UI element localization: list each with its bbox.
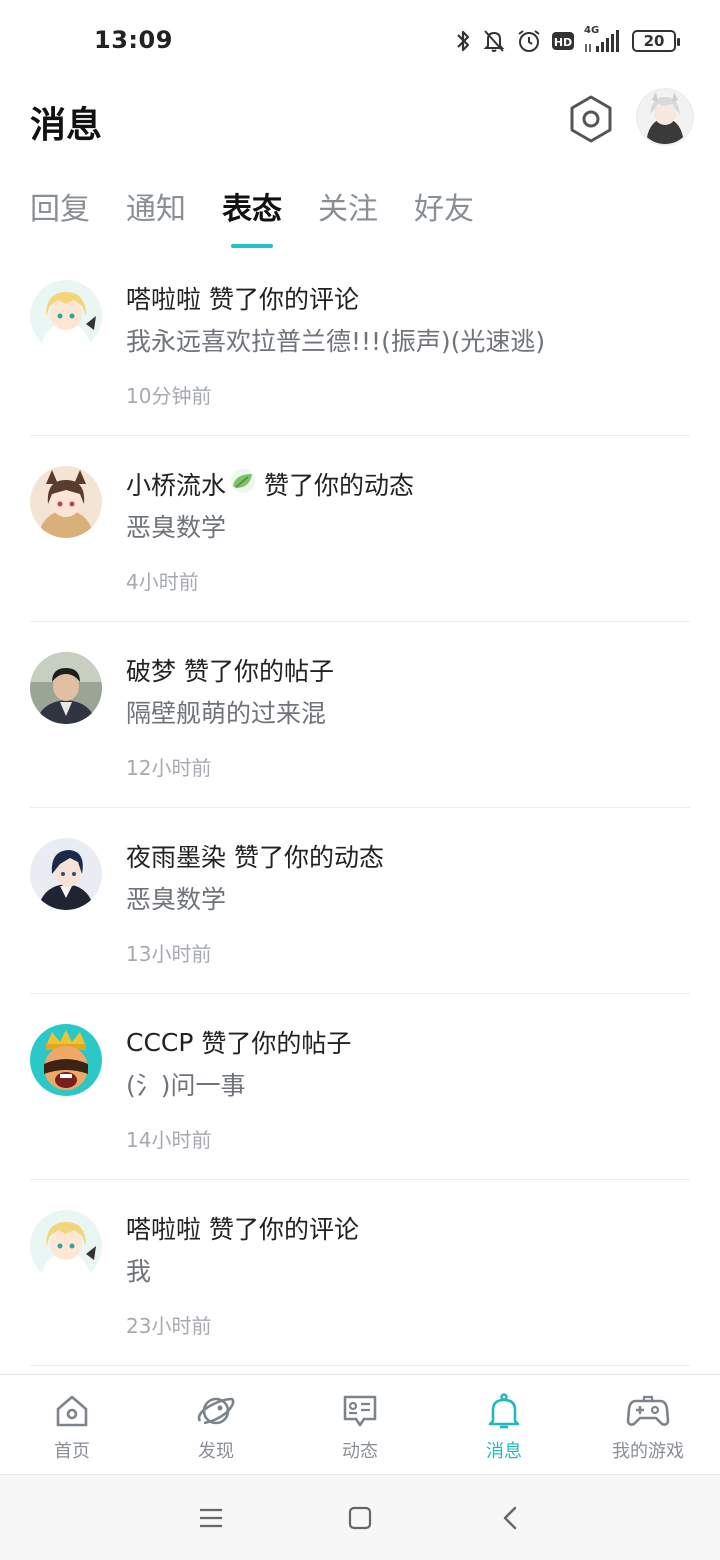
- alarm-icon: [518, 30, 540, 52]
- mute-bell-icon: [483, 30, 505, 52]
- message-list: 嗒啦啦 赞了你的评论 我永远喜欢拉普兰德!!!(振声)(光速逃) 10分钟前 小…: [0, 250, 720, 1366]
- list-item[interactable]: 小桥流水 赞了你的动态 恶臭数学 4小时前: [30, 436, 690, 622]
- message-headline: 夜雨墨染 赞了你的动态: [126, 838, 384, 874]
- battery-level: 20: [643, 32, 665, 50]
- leaf-badge-icon: [228, 468, 258, 500]
- tab-bar: 回复 通知 表态 关注 好友: [30, 188, 474, 248]
- avatar[interactable]: [30, 1024, 102, 1096]
- avatar[interactable]: [30, 1210, 102, 1282]
- bell-icon: [488, 1393, 520, 1429]
- message-user[interactable]: 夜雨墨染: [126, 838, 226, 874]
- list-item[interactable]: 夜雨墨染 赞了你的动态 恶臭数学 13小时前: [30, 808, 690, 994]
- nav-home[interactable]: 首页: [0, 1375, 144, 1474]
- svg-text:HD: HD: [554, 36, 572, 49]
- message-headline: 小桥流水 赞了你的动态: [126, 466, 414, 502]
- nav-discover-label: 发现: [198, 1441, 234, 1462]
- nav-messages-label: 消息: [486, 1441, 522, 1462]
- avatar[interactable]: [30, 652, 102, 724]
- message-content: 我永远喜欢拉普兰德!!!(振声)(光速逃): [126, 327, 546, 356]
- list-item[interactable]: 破梦 赞了你的帖子 隔壁舰萌的过来混 12小时前: [30, 622, 690, 808]
- avatar[interactable]: [30, 466, 102, 538]
- tab-replies[interactable]: 回复: [30, 188, 90, 248]
- status-icons: HD 4G 20: [454, 25, 680, 56]
- tab-reactions[interactable]: 表态: [222, 188, 282, 248]
- status-time: 13:09: [94, 26, 173, 54]
- back-button[interactable]: [496, 1503, 526, 1533]
- message-time: 12小时前: [126, 756, 212, 780]
- settings-hexagon-icon: [570, 95, 612, 143]
- message-user[interactable]: 嗒啦啦: [126, 280, 201, 316]
- back-chevron-icon: [503, 1506, 517, 1530]
- gamepad-icon: [626, 1395, 670, 1426]
- message-action: 赞了你的帖子: [183, 657, 334, 686]
- menu-button[interactable]: [196, 1503, 226, 1533]
- message-time: 4小时前: [126, 570, 199, 594]
- bottom-nav: 首页 发现 动态 消息 我的游戏: [0, 1374, 720, 1474]
- signal-icon: 4G: [584, 25, 622, 54]
- message-content: 恶臭数学: [126, 885, 227, 914]
- avatar[interactable]: [30, 838, 102, 910]
- message-content: 我: [126, 1257, 152, 1286]
- tab-friends[interactable]: 好友: [414, 188, 474, 248]
- message-user[interactable]: 破梦: [126, 652, 176, 688]
- nav-feed-label: 动态: [342, 1441, 378, 1462]
- list-item[interactable]: 嗒啦啦 赞了你的评论 我永远喜欢拉普兰德!!!(振声)(光速逃) 10分钟前: [30, 250, 690, 436]
- tab-notifications[interactable]: 通知: [126, 188, 186, 248]
- message-headline: 嗒啦啦 赞了你的评论: [126, 1210, 359, 1246]
- settings-button[interactable]: [566, 94, 616, 144]
- menu-icon: [200, 1508, 222, 1528]
- nav-messages[interactable]: 消息: [432, 1375, 576, 1474]
- message-content: (氵)问一事: [126, 1071, 246, 1100]
- bluetooth-icon: [457, 30, 470, 52]
- message-user[interactable]: CCCP: [126, 1028, 193, 1057]
- message-time: 13小时前: [126, 942, 212, 966]
- list-item[interactable]: CCCP 赞了你的帖子 (氵)问一事 14小时前: [30, 994, 690, 1180]
- list-item[interactable]: 嗒啦啦 赞了你的评论 我 23小时前: [30, 1180, 690, 1366]
- square-icon: [348, 1506, 372, 1530]
- tab-follows[interactable]: 关注: [318, 188, 378, 248]
- status-bar: 13:09 HD 4G 20: [0, 0, 720, 84]
- feed-icon: [343, 1395, 377, 1427]
- hd-icon: HD: [552, 32, 574, 50]
- message-time: 23小时前: [126, 1314, 212, 1338]
- home-button[interactable]: [345, 1503, 375, 1533]
- planet-icon: [197, 1397, 235, 1425]
- message-content: 隔壁舰萌的过来混: [126, 699, 327, 728]
- system-nav-bar: [0, 1474, 720, 1560]
- message-headline: 嗒啦啦 赞了你的评论: [126, 280, 359, 316]
- message-time: 14小时前: [126, 1128, 212, 1152]
- message-action: 赞了你的评论: [208, 1215, 359, 1244]
- avatar[interactable]: [30, 280, 102, 352]
- battery-icon: 20: [632, 30, 680, 52]
- nav-home-label: 首页: [54, 1441, 90, 1462]
- message-content: 恶臭数学: [126, 513, 227, 542]
- message-action: 赞了你的评论: [208, 285, 359, 314]
- message-headline: CCCP 赞了你的帖子: [126, 1024, 351, 1060]
- user-avatar[interactable]: [638, 90, 692, 144]
- message-action: 赞了你的动态: [264, 471, 415, 500]
- nav-discover[interactable]: 发现: [144, 1375, 288, 1474]
- message-action: 赞了你的帖子: [201, 1029, 352, 1058]
- message-user[interactable]: 小桥流水: [126, 466, 226, 502]
- page-title: 消息: [30, 105, 103, 146]
- nav-my-games-label: 我的游戏: [612, 1441, 684, 1462]
- home-icon: [56, 1395, 88, 1427]
- nav-my-games[interactable]: 我的游戏: [576, 1375, 720, 1474]
- message-user[interactable]: 嗒啦啦: [126, 1210, 201, 1246]
- nav-feed[interactable]: 动态: [288, 1375, 432, 1474]
- message-time: 10分钟前: [126, 384, 212, 408]
- message-action: 赞了你的动态: [233, 843, 384, 872]
- message-headline: 破梦 赞了你的帖子: [126, 652, 334, 688]
